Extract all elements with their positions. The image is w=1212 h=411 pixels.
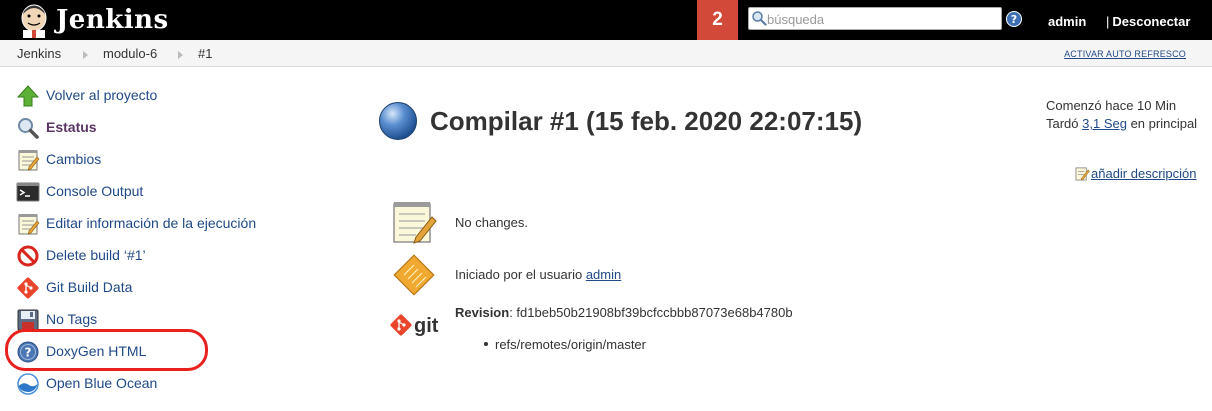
sidebar-item-label: Open Blue Ocean xyxy=(46,375,158,391)
sidebar-item-label: Estatus xyxy=(46,119,97,135)
jenkins-logo-icon[interactable] xyxy=(14,2,54,38)
sidebar-item-label: No Tags xyxy=(46,311,98,327)
sidebar-item-changes[interactable]: Cambios xyxy=(16,148,336,172)
breadcrumb-arrow-icon[interactable] xyxy=(83,51,88,59)
changes-notepad-icon xyxy=(393,202,437,244)
revision-label: Revision xyxy=(455,305,510,320)
git-revision: Revision: fd1beb50b21908bf39bcfccbbb8707… xyxy=(455,305,793,320)
search-help-icon[interactable]: ? xyxy=(1006,11,1022,27)
up-arrow-icon xyxy=(16,85,40,107)
top-header: Jenkins 2 ? admin |Desconectar xyxy=(0,0,1212,40)
sidebar-item-label: Editar información de la ejecución xyxy=(46,215,257,231)
sidebar-item-label: Git Build Data xyxy=(46,279,133,295)
build-timing: Comenzó hace 10 Min Tardó 3,1 Seg en pri… xyxy=(1046,97,1197,133)
sidebar-item-delete-build[interactable]: Delete build ‘#1’ xyxy=(16,244,336,268)
sidebar-item-back-to-project[interactable]: Volver al proyecto xyxy=(16,84,336,108)
build-duration-link[interactable]: 3,1 Seg xyxy=(1082,116,1127,131)
brand-name[interactable]: Jenkins xyxy=(56,5,169,35)
started-by-user-link[interactable]: admin xyxy=(586,267,621,282)
sidebar-item-label: Console Output xyxy=(46,183,144,199)
auto-refresh-link[interactable]: ACTIVAR AUTO REFRESCO xyxy=(1064,49,1186,59)
bullet-icon xyxy=(484,342,488,346)
breadcrumb-build[interactable]: #1 xyxy=(198,46,212,61)
build-duration-suffix: en principal xyxy=(1126,116,1198,131)
sidebar-item-label: Cambios xyxy=(46,151,102,167)
user-cause-icon xyxy=(393,254,435,296)
breadcrumb: Jenkins modulo-6 #1 ACTIVAR AUTO REFRESC… xyxy=(0,40,1212,67)
notification-badge[interactable]: 2 xyxy=(697,0,738,40)
blue-ocean-icon xyxy=(17,373,39,395)
add-description-link[interactable]: añadir descripción xyxy=(1091,166,1197,181)
list-item-branch: refs/remotes/origin/master xyxy=(484,337,646,352)
search-icon xyxy=(752,11,767,26)
build-started-text: Comenzó hace 10 Min xyxy=(1046,98,1177,113)
sidebar-item-open-blue-ocean[interactable]: Open Blue Ocean xyxy=(16,372,336,396)
sidebar-item-edit-build-info[interactable]: Editar información de la ejecución xyxy=(16,212,336,236)
revision-hash: fd1beb50b21908bf39bcfccbbb87073e68b4780b xyxy=(516,305,793,320)
no-entry-icon xyxy=(17,245,39,267)
breadcrumb-project[interactable]: modulo-6 xyxy=(103,46,157,61)
search-input[interactable] xyxy=(767,10,997,28)
build-duration-prefix: Tardó xyxy=(1046,116,1083,131)
page-title: Compilar #1 (15 feb. 2020 22:07:15) xyxy=(430,106,863,136)
sidebar-item-label: Delete build ‘#1’ xyxy=(46,247,146,263)
started-by-prefix: Iniciado por el usuario xyxy=(455,267,586,282)
logout-container: | Desconectar xyxy=(1106,14,1190,29)
edit-pencil-icon[interactable] xyxy=(1075,166,1090,181)
started-by: Iniciado por el usuario admin xyxy=(455,267,621,282)
logout-separator: | xyxy=(1106,14,1110,29)
terminal-icon xyxy=(16,182,40,202)
user-link[interactable]: admin xyxy=(1048,14,1086,29)
logout-link[interactable]: Desconectar xyxy=(1112,14,1190,29)
build-status-ball-icon xyxy=(379,102,417,140)
branch-name: refs/remotes/origin/master xyxy=(495,337,646,352)
sidebar-item-status[interactable]: Estatus xyxy=(16,116,336,140)
add-description: añadir descripción xyxy=(1075,166,1197,181)
git-logo-text: git xyxy=(414,315,439,337)
search-box xyxy=(748,7,1002,30)
doxygen-highlight-annotation xyxy=(5,329,208,371)
sidebar-item-git-build-data[interactable]: Git Build Data xyxy=(16,276,336,300)
breadcrumb-arrow-icon[interactable] xyxy=(178,51,183,59)
sidebar-item-console-output[interactable]: Console Output xyxy=(16,180,336,204)
svg-text:?: ? xyxy=(1011,13,1017,26)
git-logo-icon: git xyxy=(390,314,439,337)
changes-summary: No changes. xyxy=(455,215,528,230)
git-icon xyxy=(17,277,39,299)
notepad-icon xyxy=(18,214,40,235)
build-duration: Tardó 3,1 Seg en principal xyxy=(1046,115,1197,133)
sidebar-item-label: Volver al proyecto xyxy=(46,87,158,103)
notepad-icon xyxy=(18,150,40,171)
magnifier-icon xyxy=(18,118,39,139)
breadcrumb-jenkins[interactable]: Jenkins xyxy=(17,46,61,61)
